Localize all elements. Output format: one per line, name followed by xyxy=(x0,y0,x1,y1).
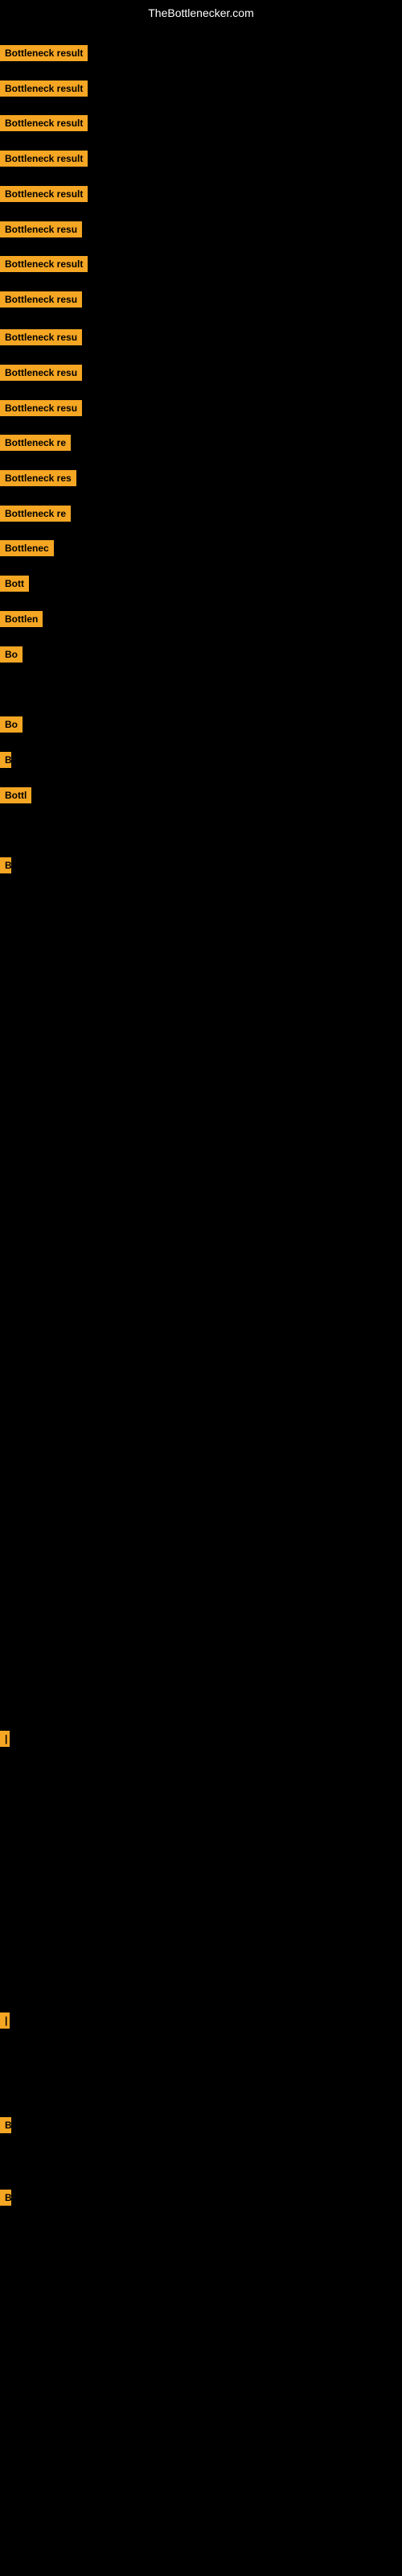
bottleneck-badge: Bottlen xyxy=(0,611,43,627)
bottleneck-badge: Bottl xyxy=(0,787,31,803)
bottleneck-badge: Bottleneck resu xyxy=(0,365,82,381)
bottleneck-badge: Bottleneck resu xyxy=(0,400,82,416)
bottleneck-badge: Bottleneck result xyxy=(0,80,88,97)
bottleneck-badge: Bottleneck result xyxy=(0,151,88,167)
bottleneck-badge: B xyxy=(0,752,11,768)
bottleneck-badge: | xyxy=(0,1731,10,1747)
bottleneck-badge: Bottleneck re xyxy=(0,435,71,451)
bottleneck-badge: B xyxy=(0,2190,11,2206)
bottleneck-badge: Bottleneck resu xyxy=(0,291,82,308)
bottleneck-badge: Bottleneck result xyxy=(0,186,88,202)
bottleneck-badge: Bottleneck res xyxy=(0,470,76,486)
bottleneck-badge: Bott xyxy=(0,576,29,592)
bottleneck-badge: Bottleneck resu xyxy=(0,329,82,345)
bottleneck-badge: B xyxy=(0,2117,11,2133)
bottleneck-badge: Bottleneck resu xyxy=(0,221,82,237)
bottleneck-badge: Bottleneck result xyxy=(0,256,88,272)
bottleneck-badge: | xyxy=(0,2013,10,2029)
bottleneck-badge: Bottleneck result xyxy=(0,115,88,131)
bottleneck-badge: B xyxy=(0,857,11,873)
bottleneck-badge: Bottlenec xyxy=(0,540,54,556)
bottleneck-badge: Bottleneck result xyxy=(0,45,88,61)
bottleneck-badge: Bo xyxy=(0,646,23,663)
bottleneck-badge: Bo xyxy=(0,716,23,733)
site-title: TheBottlenecker.com xyxy=(148,6,254,19)
bottleneck-badge: Bottleneck re xyxy=(0,506,71,522)
